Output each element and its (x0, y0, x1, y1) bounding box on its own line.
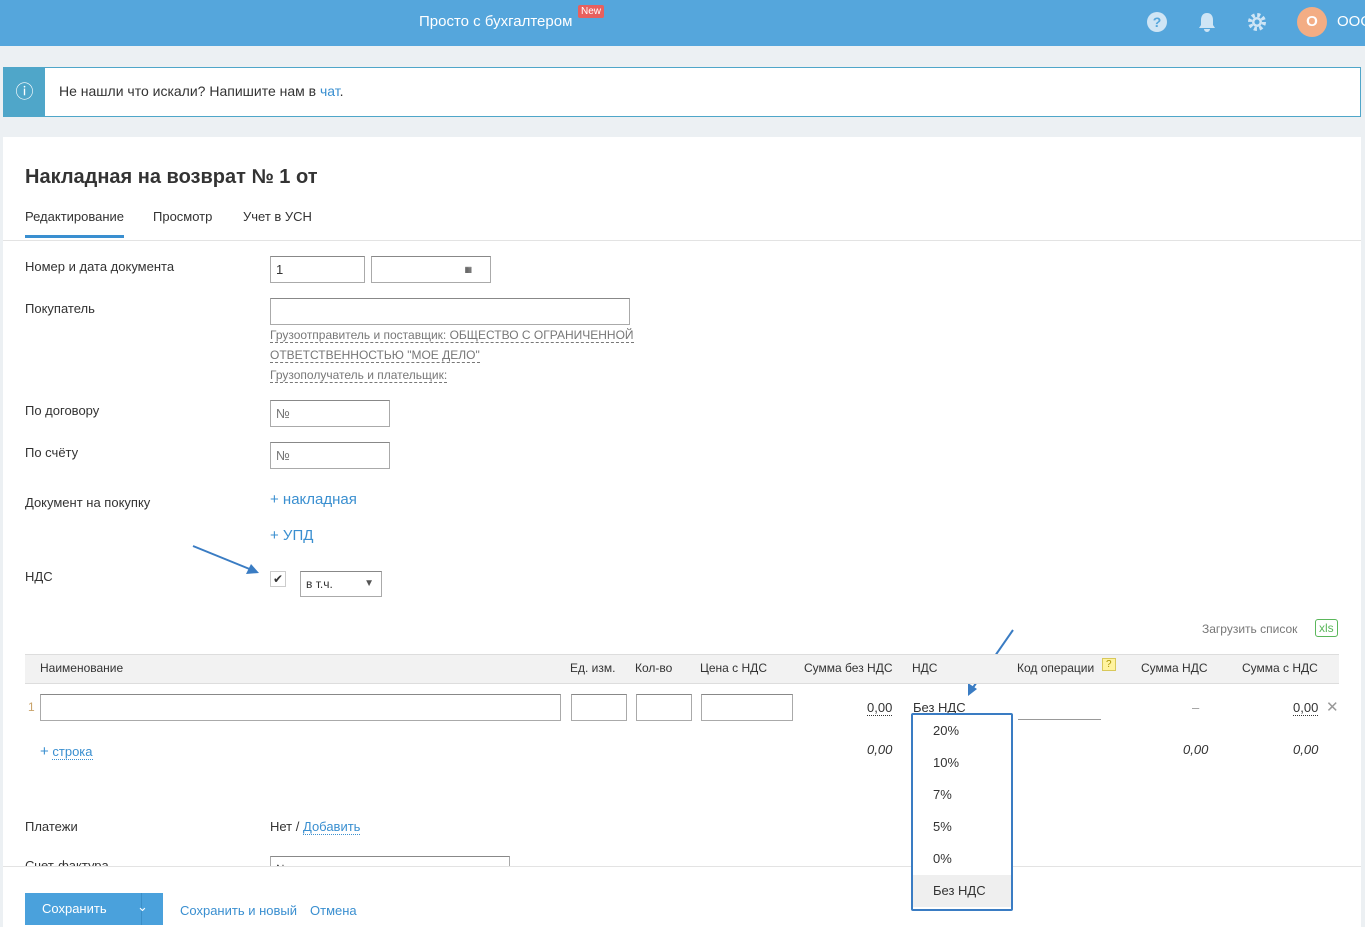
banner-text: Не нашли что искали? Напишите нам в чат. (59, 83, 344, 99)
op-code-input[interactable] (1018, 719, 1101, 720)
col-vat: НДС (912, 661, 938, 675)
col-qty: Кол-во (635, 661, 673, 675)
upload-list-link[interactable]: Загрузить список (1202, 622, 1297, 636)
vat-option-none[interactable]: Без НДС (913, 875, 1011, 907)
payments-value: Нет / Добавить (270, 819, 361, 835)
cancel-link[interactable]: Отмена (310, 903, 357, 918)
invoice-doc-label: Счет-фактура (25, 858, 109, 866)
unit-input[interactable] (571, 694, 627, 721)
vat-label: НДС (25, 569, 53, 584)
tabs-divider (3, 240, 1361, 241)
vat-dropdown: 20% 10% 7% 5% 0% Без НДС (911, 713, 1013, 911)
calendar-icon[interactable]: ▦ (464, 265, 472, 274)
invoice-row-clipped: Счет-фактура № (0, 855, 1365, 866)
add-upd-link[interactable]: + УПД (270, 527, 313, 544)
add-waybill-link[interactable]: + накладная (270, 491, 357, 508)
item-name-input[interactable] (40, 694, 561, 721)
row-number: 1 (28, 700, 35, 714)
vat-option-7[interactable]: 7% (913, 779, 1011, 811)
payments-label: Платежи (25, 819, 78, 834)
gear-icon[interactable] (1246, 11, 1268, 33)
info-icon: ⓘ (4, 68, 45, 116)
total-vat-sum: 0,00 (1183, 742, 1209, 757)
add-row-link[interactable]: + строка (40, 743, 93, 760)
plus-icon: + (40, 743, 49, 760)
contract-label: По договору (25, 403, 100, 418)
col-sum-vat: Сумма с НДС (1242, 661, 1318, 675)
invoice-input[interactable] (270, 442, 390, 469)
doc-date-input[interactable]: ▦ (371, 256, 491, 283)
total-sum-no-vat: 0,00 (867, 742, 893, 757)
banner-suffix: . (339, 83, 344, 99)
vat-option-5[interactable]: 5% (913, 811, 1011, 843)
footer-divider (3, 866, 1361, 867)
save-label: Сохранить (42, 901, 107, 916)
doc-number-input[interactable]: 1 (270, 256, 365, 283)
info-banner: ⓘ Не нашли что искали? Напишите нам в ча… (3, 67, 1361, 117)
tab-preview[interactable]: Просмотр (153, 209, 212, 224)
vat-option-0[interactable]: 0% (913, 843, 1011, 875)
vat-mode-select[interactable]: в т.ч. ▼ (300, 571, 382, 597)
price-input[interactable] (701, 694, 793, 721)
banner-message: Не нашли что искали? Напишите нам в (59, 83, 320, 99)
tab-usn[interactable]: Учет в УСН (243, 209, 312, 224)
payments-none: Нет / (270, 819, 300, 834)
vat-checkbox[interactable]: ✔ (270, 571, 286, 587)
row-sum-vat[interactable]: 0,00 (1293, 700, 1319, 716)
help-icon[interactable]: ? (1146, 11, 1168, 33)
save-and-new-link[interactable]: Сохранить и новый (180, 903, 297, 918)
chat-link[interactable]: чат (320, 83, 340, 99)
app-title[interactable]: Просто с бухгалтером (419, 13, 572, 30)
total-sum-vat: 0,00 (1293, 742, 1319, 757)
add-payment-link[interactable]: Добавить (303, 819, 361, 835)
vat-option-20[interactable]: 20% (913, 715, 1011, 747)
document-card (3, 137, 1361, 927)
bell-icon[interactable] (1196, 11, 1218, 33)
qty-input[interactable] (636, 694, 692, 721)
page-title: Накладная на возврат № 1 от (25, 166, 318, 188)
tab-editing[interactable]: Редактирование (25, 209, 125, 238)
add-row-label[interactable]: строка (52, 744, 93, 760)
chevron-down-icon[interactable]: ⌄ (137, 899, 148, 915)
org-name[interactable]: ООО (1337, 13, 1365, 30)
invoice-doc-input[interactable]: № (270, 856, 510, 866)
contract-input[interactable] (270, 400, 390, 427)
row-vat-sum: – (1192, 700, 1200, 715)
vat-option-10[interactable]: 10% (913, 747, 1011, 779)
purchase-doc-label: Документ на покупку (25, 495, 151, 510)
delete-row-icon[interactable]: ✕ (1326, 698, 1339, 716)
help-icon[interactable]: ? (1102, 658, 1116, 671)
buyer-label: Покупатель (25, 301, 95, 316)
shipper-link[interactable]: Грузоотправитель и поставщик: ОБЩЕСТВО С… (270, 328, 634, 343)
invoice-label: По счёту (25, 445, 79, 460)
row-sum-no-vat[interactable]: 0,00 (867, 700, 893, 716)
shipper-link-cont[interactable]: ОТВЕТСТВЕННОСТЬЮ "МОЕ ДЕЛО" (270, 348, 480, 363)
col-unit: Ед. изм. (570, 661, 616, 675)
vat-mode-value: в т.ч. (306, 577, 333, 591)
svg-text:?: ? (1153, 14, 1162, 30)
col-price: Цена с НДС (700, 661, 767, 675)
avatar[interactable]: О (1297, 7, 1327, 37)
col-vat-sum: Сумма НДС (1141, 661, 1208, 675)
consignee-link[interactable]: Грузополучатель и плательщик: (270, 368, 448, 383)
xls-icon[interactable]: xls (1315, 619, 1338, 637)
new-badge: New (578, 5, 605, 18)
save-button[interactable]: Сохранить ⌄ (25, 893, 163, 925)
doc-number-label: Номер и дата документа (25, 259, 175, 274)
chevron-down-icon: ▼ (364, 578, 374, 589)
col-name: Наименование (40, 661, 124, 675)
buyer-input[interactable] (270, 298, 630, 325)
col-op-code: Код операции (1017, 661, 1095, 675)
col-sum-no-vat: Сумма без НДС (804, 661, 893, 675)
